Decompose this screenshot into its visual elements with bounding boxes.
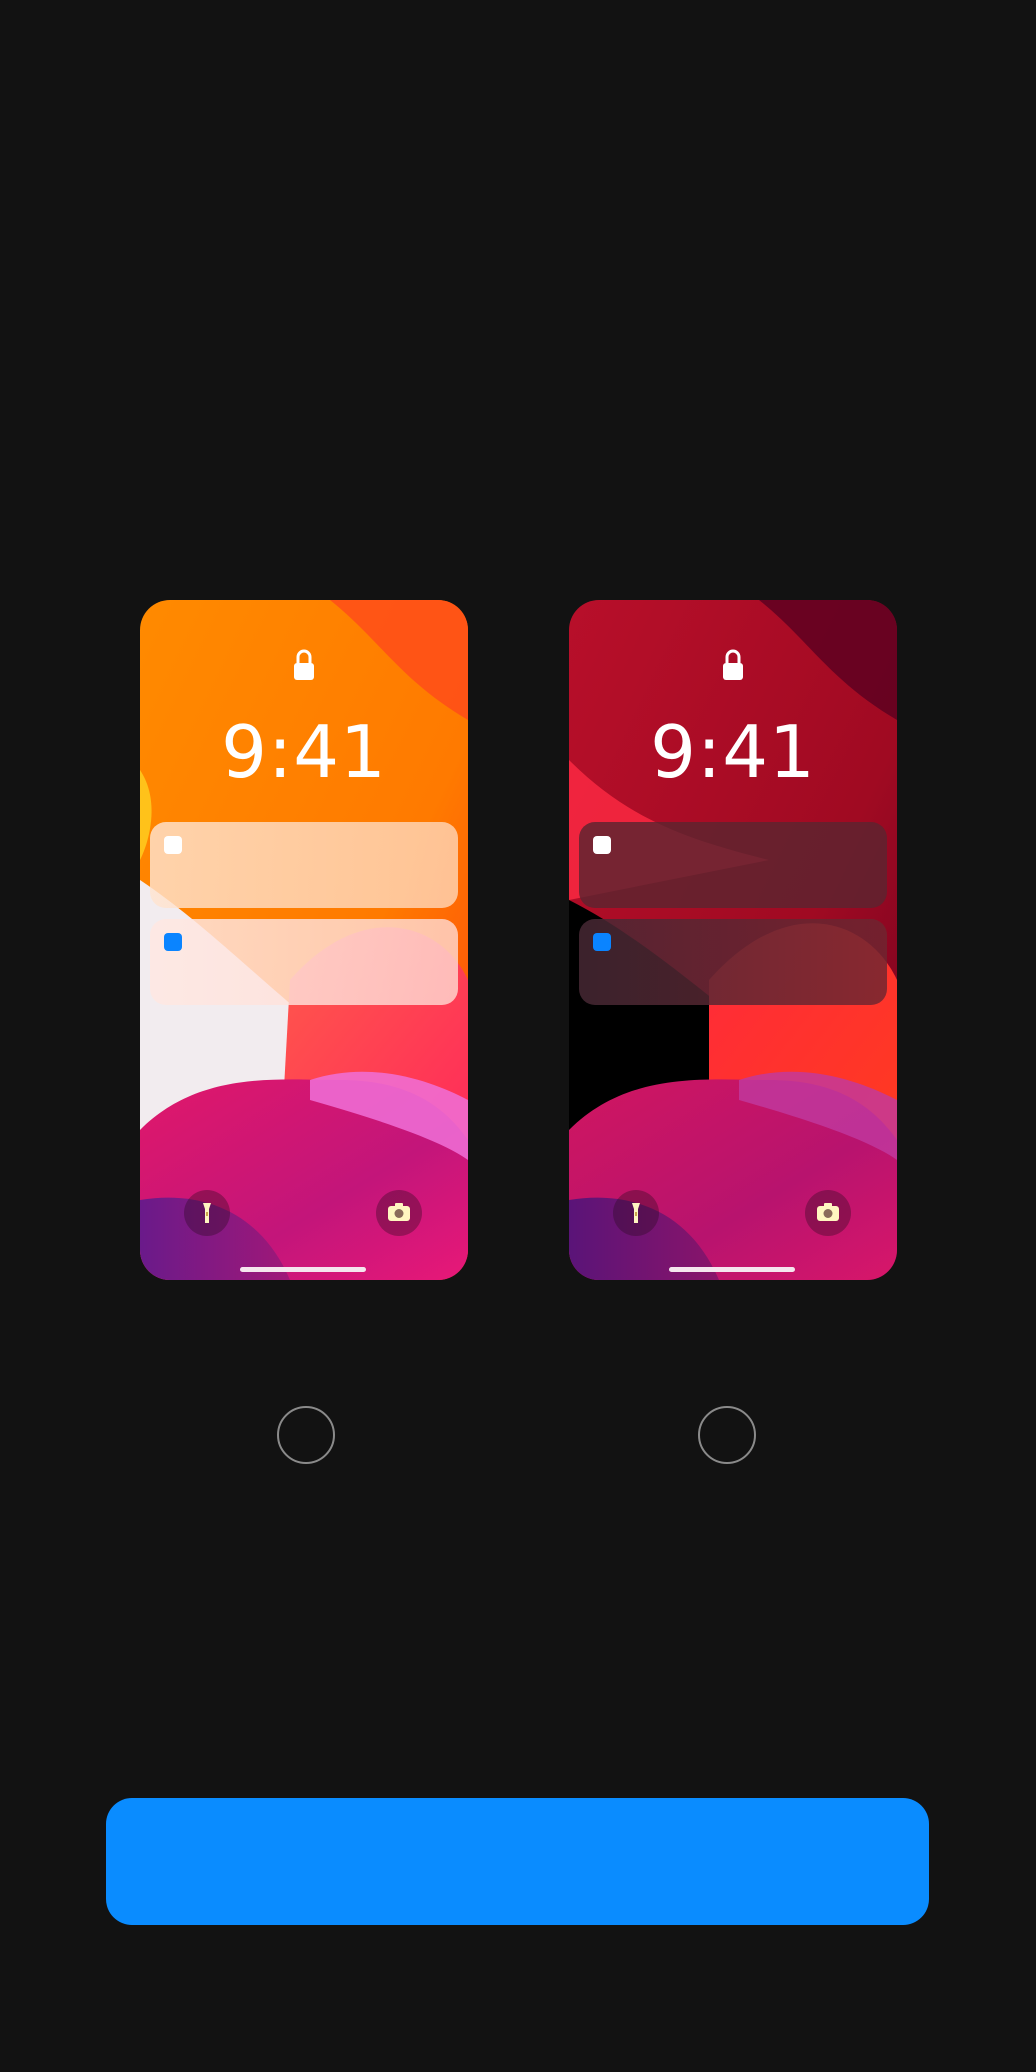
light-mode-preview[interactable]: 9:41 — [140, 600, 468, 1280]
camera-button — [376, 1190, 422, 1236]
notification-card — [579, 822, 887, 908]
camera-icon — [817, 1203, 839, 1221]
app-icon — [593, 836, 611, 854]
app-icon — [593, 933, 611, 951]
flashlight-icon — [203, 1203, 211, 1223]
lock-icon — [723, 649, 743, 680]
notification-card — [150, 919, 458, 1005]
flashlight-button — [184, 1190, 230, 1236]
home-indicator — [240, 1267, 366, 1272]
camera-icon — [388, 1203, 410, 1221]
notification-card — [150, 822, 458, 908]
lock-screen-clock: 9:41 — [221, 710, 387, 794]
lock-icon — [294, 649, 314, 680]
app-icon — [164, 836, 182, 854]
lock-screen-clock: 9:41 — [650, 710, 816, 794]
flashlight-icon — [632, 1203, 640, 1223]
continue-button[interactable] — [106, 1798, 929, 1925]
camera-button — [805, 1190, 851, 1236]
flashlight-button — [613, 1190, 659, 1236]
notification-card — [579, 919, 887, 1005]
dark-mode-radio[interactable] — [698, 1406, 756, 1464]
app-icon — [164, 933, 182, 951]
home-indicator — [669, 1267, 795, 1272]
light-mode-radio[interactable] — [277, 1406, 335, 1464]
dark-mode-preview[interactable]: 9:41 — [569, 600, 897, 1280]
